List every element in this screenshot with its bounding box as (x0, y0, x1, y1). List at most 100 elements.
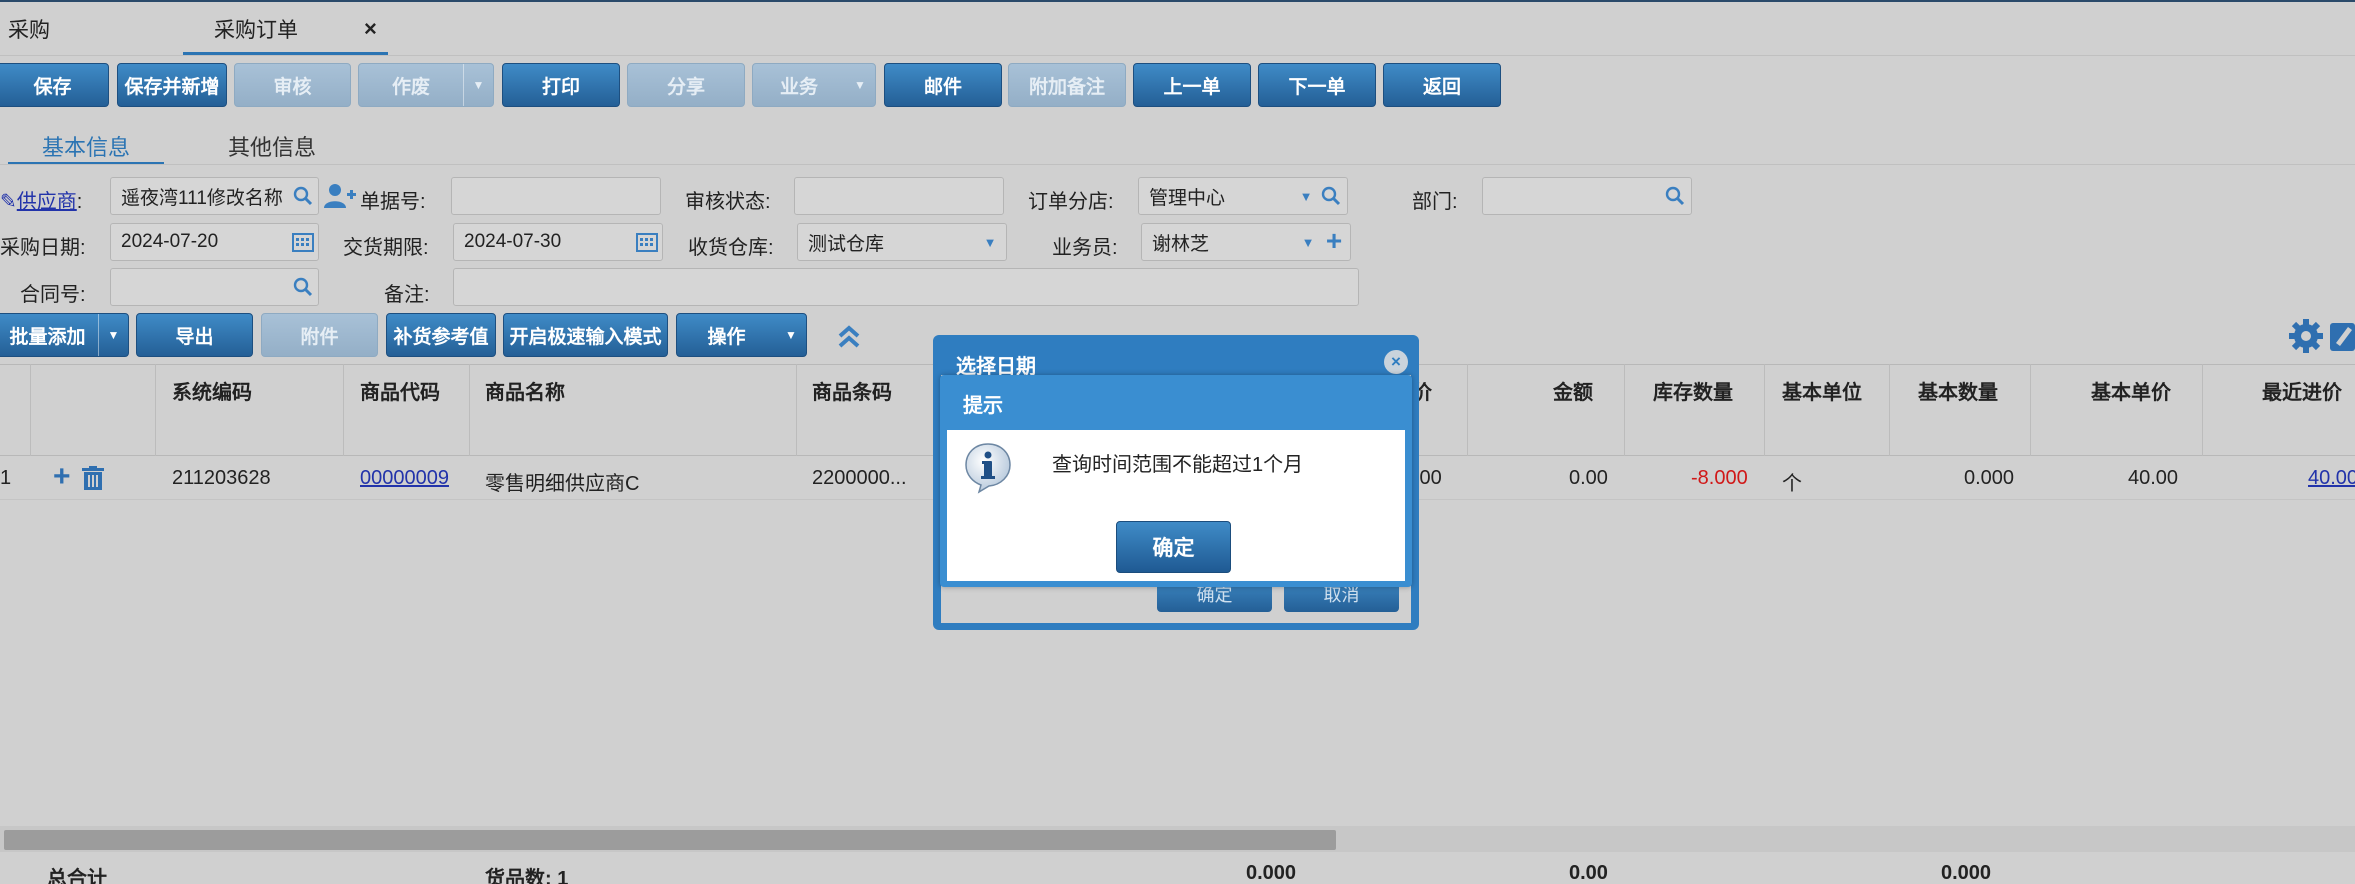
close-tab-icon[interactable]: × (364, 16, 377, 42)
operation-button[interactable]: 操作 ▼ (676, 313, 807, 357)
supplier-search-icon[interactable] (290, 183, 316, 209)
col-header-stock[interactable]: 库存数量 (1653, 376, 1733, 405)
grid-col-divider (2202, 364, 2203, 456)
batch-add-dropdown-icon[interactable]: ▼ (98, 314, 128, 356)
batch-add-button[interactable]: 批量添加 ▼ (0, 313, 129, 357)
void-dropdown-icon[interactable]: ▼ (463, 64, 493, 106)
tab-purchase[interactable]: 采购 (8, 14, 50, 44)
alert-ok-button[interactable]: 确定 (1116, 521, 1231, 573)
calendar-icon[interactable] (634, 229, 660, 255)
remark-input[interactable] (453, 268, 1359, 306)
purchase-date-label: 采购日期: (0, 237, 86, 259)
salesman-label: 业务员: (1052, 237, 1118, 259)
warehouse-dropdown-icon[interactable]: ▼ (980, 229, 1000, 255)
delivery-date-input[interactable]: 2024-07-30 (453, 223, 663, 261)
settings-gear-icon[interactable] (2286, 316, 2326, 356)
tab-bar (0, 2, 2355, 56)
audit-status-input (794, 177, 1004, 215)
cell-last-price-link[interactable]: 40.00 (2308, 467, 2355, 490)
col-header-barcode[interactable]: 商品条码 (812, 376, 892, 405)
remark-label: 备注: (384, 284, 430, 306)
total-base-qty: 0.000 (1941, 862, 1992, 884)
supplier-input[interactable]: 遥夜湾111修改名称 (110, 177, 319, 215)
grid-col-divider (1764, 364, 1765, 456)
audit-button[interactable]: 审核 (234, 63, 351, 107)
warehouse-label: 收货仓库: (688, 237, 774, 259)
item-count: 货品数: 1 (485, 868, 569, 884)
supplier-label[interactable]: ✎供应商: (0, 185, 82, 214)
branch-search-icon[interactable] (1318, 183, 1344, 209)
collapse-icon[interactable] (832, 320, 866, 354)
void-button[interactable]: 作废 ▼ (358, 63, 494, 107)
close-icon[interactable]: × (1384, 350, 1408, 374)
contract-search-icon[interactable] (290, 274, 316, 300)
warehouse-select[interactable]: 测试仓库 (797, 223, 1007, 261)
branch-dropdown-icon[interactable]: ▼ (1296, 183, 1316, 209)
tab-purchase-order[interactable]: 采购订单 (214, 14, 298, 44)
attachment-button[interactable]: 附件 (261, 313, 378, 357)
cell-amount: 0.00 (1569, 467, 1608, 489)
restock-ref-button[interactable]: 补货参考值 (386, 313, 496, 357)
dept-search-icon[interactable] (1662, 183, 1688, 209)
share-button[interactable]: 分享 (627, 63, 745, 107)
add-row-icon[interactable]: + (53, 462, 71, 492)
tab-other-info[interactable]: 其他信息 (228, 130, 316, 162)
add-icon[interactable]: + (1320, 225, 1348, 256)
col-header-product-code[interactable]: 商品代码 (360, 376, 440, 405)
col-header-sys-code[interactable]: 系统编码 (172, 376, 252, 405)
cell-product-code-link[interactable]: 00000009 (360, 467, 449, 490)
print-button[interactable]: 打印 (502, 63, 620, 107)
back-button[interactable]: 返回 (1383, 63, 1501, 107)
col-header-base-qty[interactable]: 基本数量 (1918, 376, 1998, 405)
col-header-base-price[interactable]: 基本单价 (2091, 376, 2171, 405)
doc-no-input[interactable] (451, 177, 661, 215)
next-order-button[interactable]: 下一单 (1258, 63, 1376, 107)
prev-order-button[interactable]: 上一单 (1133, 63, 1251, 107)
alert-title: 提示 (963, 395, 1003, 417)
operation-dropdown-icon[interactable]: ▼ (776, 314, 806, 356)
scrollbar-thumb[interactable] (4, 830, 1336, 850)
grid-col-divider (469, 364, 470, 456)
col-header-last-price[interactable]: 最近进价 (2262, 376, 2342, 405)
doc-no-label: 单据号: (360, 191, 426, 213)
edit-columns-icon[interactable] (2330, 318, 2355, 354)
col-header-base-unit[interactable]: 基本单位 (1782, 376, 1862, 405)
total-amount: 0.00 (1569, 862, 1608, 884)
branch-select[interactable]: 管理中心 (1138, 177, 1348, 215)
contract-input[interactable] (110, 268, 319, 306)
dept-label: 部门: (1412, 191, 1458, 213)
info-icon (963, 442, 1013, 494)
total-label: 总合计 (47, 868, 107, 884)
fast-input-button[interactable]: 开启极速输入模式 (503, 313, 668, 357)
col-header-product-name[interactable]: 商品名称 (485, 376, 565, 405)
purchase-date-input[interactable]: 2024-07-20 (110, 223, 319, 261)
cell-base-price: 40.00 (2128, 467, 2179, 489)
calendar-icon[interactable] (290, 229, 316, 255)
cell-base-unit: 个 (1782, 473, 1802, 495)
subtab-divider (0, 164, 2355, 165)
contract-label: 合同号: (20, 284, 86, 306)
grid-col-divider (1624, 364, 1625, 456)
export-button[interactable]: 导出 (136, 313, 253, 357)
tab-basic-info[interactable]: 基本信息 (42, 130, 130, 162)
cell-product-name: 零售明细供应商C (485, 473, 640, 495)
business-button[interactable]: 业务 ▼ (752, 63, 876, 107)
cell-base-qty: 0.000 (1964, 467, 2015, 489)
save-button[interactable]: 保存 (0, 63, 109, 107)
attach-note-button[interactable]: 附加备注 (1008, 63, 1126, 107)
dept-input[interactable] (1482, 177, 1692, 215)
business-dropdown-icon[interactable]: ▼ (845, 64, 875, 106)
col-header-amount[interactable]: 金额 (1553, 376, 1593, 405)
cell-stock: -8.000 (1691, 467, 1748, 489)
active-tab-indicator (183, 52, 388, 55)
save-and-new-button[interactable]: 保存并新增 (117, 63, 227, 107)
salesman-dropdown-icon[interactable]: ▼ (1298, 229, 1318, 255)
mail-button[interactable]: 邮件 (884, 63, 1002, 107)
cell-barcode: 2200000... (812, 467, 907, 489)
grid-col-divider (343, 364, 344, 456)
add-user-icon[interactable] (323, 180, 357, 212)
cell-sys-code: 211203628 (172, 467, 271, 489)
grid-col-divider (2030, 364, 2031, 456)
total-qty: 0.000 (1246, 862, 1297, 884)
delete-row-icon[interactable] (82, 466, 104, 490)
